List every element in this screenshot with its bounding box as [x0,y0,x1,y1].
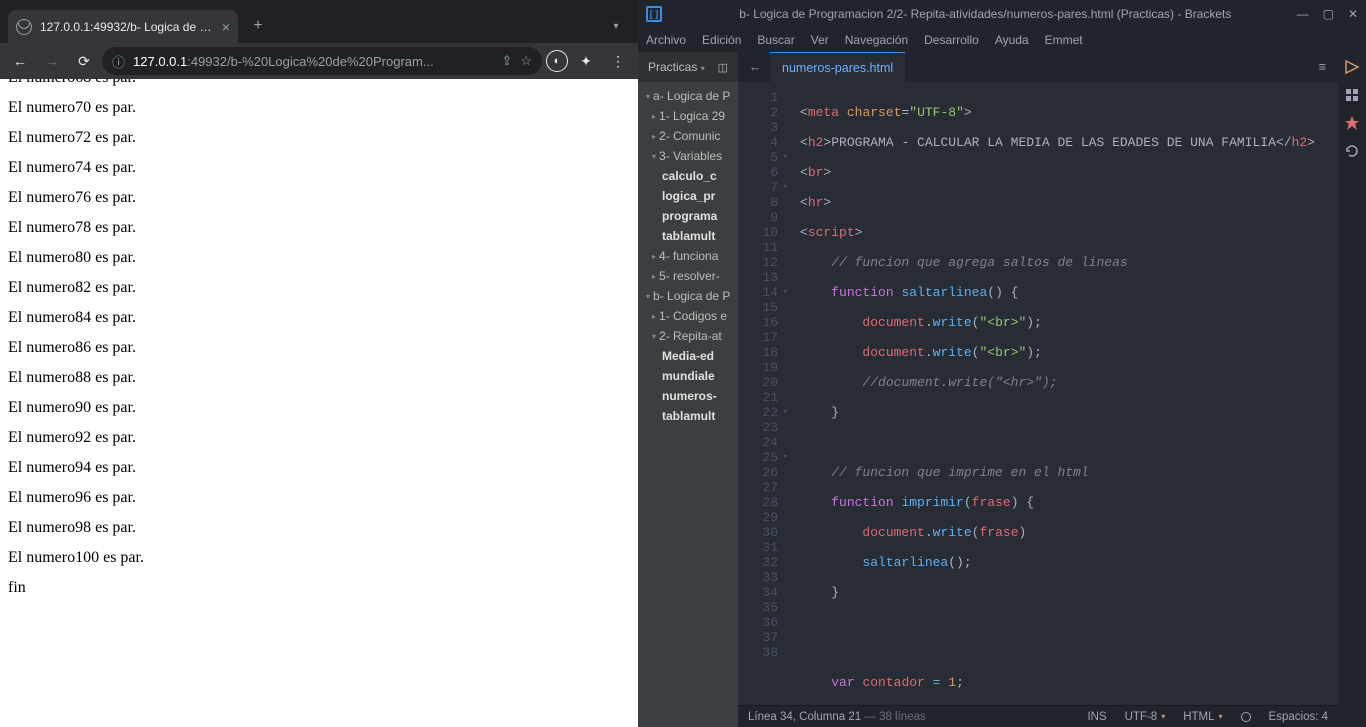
menu-archivo[interactable]: Archivo [646,33,686,47]
output-line: El numero90 es par. [8,399,630,417]
url-text: 127.0.0.1:49932/b-%20Logica%20de%20Progr… [133,54,493,69]
tree-folder[interactable]: ▾a- Logica de P [638,86,738,106]
output-line: El numero82 es par. [8,279,630,297]
menu-navegacion[interactable]: Navegación [845,33,908,47]
beautify-icon[interactable] [1343,114,1361,132]
output-line: El numero76 es par. [8,189,630,207]
output-line: El numero88 es par. [8,369,630,387]
tree-folder[interactable]: ▾2- Repita-at [638,326,738,346]
project-selector[interactable]: Practicas ▾ ◫ [638,52,738,82]
menubar: Archivo Edición Buscar Ver Navegación De… [638,28,1366,52]
tree-file[interactable]: numeros- [638,386,738,406]
output-line: El numero72 es par. [8,129,630,147]
output-line: El numero84 es par. [8,309,630,327]
tree-file[interactable]: Media-ed [638,346,738,366]
output-line: El numero70 es par. [8,99,630,117]
output-line: El numero74 es par. [8,159,630,177]
output-line: El numero92 es par. [8,429,630,447]
live-preview-icon[interactable] [1343,58,1361,76]
status-spaces[interactable]: Espacios: 4 [1269,711,1328,723]
output-line: El numero80 es par. [8,249,630,267]
output-line: El numero78 es par. [8,219,630,237]
extension-icon[interactable]: ◐ [546,50,568,72]
refresh-icon[interactable] [1343,142,1361,160]
brackets-window: [ ] b- Logica de Programacion 2/2- Repit… [638,0,1366,727]
star-icon[interactable]: ☆ [520,53,532,69]
status-ins[interactable]: INS [1087,711,1106,723]
tree-folder[interactable]: ▾3- Variables [638,146,738,166]
browser-tab-active[interactable]: 127.0.0.1:49932/b- Logica de Pro × [8,10,238,43]
new-tab-button[interactable]: + [244,12,272,40]
tree-folder[interactable]: ▸2- Comunic [638,126,738,146]
address-bar[interactable]: ⓘ 127.0.0.1:49932/b-%20Logica%20de%20Pro… [102,47,542,75]
menu-ver[interactable]: Ver [811,33,829,47]
menu-buscar[interactable]: Buscar [757,33,794,47]
close-tab-icon[interactable]: × [222,19,230,35]
code-editor[interactable]: 1234567891011121314151617181920212223242… [738,82,1338,705]
tabs-dropdown-icon[interactable]: ▾ [602,12,630,40]
page-content: El numero68 es par. El numero70 es par. … [0,79,638,727]
browser-toolbar: ← → ⟳ ⓘ 127.0.0.1:49932/b-%20Logica%20de… [0,43,638,79]
output-line: El numero94 es par. [8,459,630,477]
output-line: El numero96 es par. [8,489,630,507]
tree-folder[interactable]: ▸4- funciona [638,246,738,266]
tree-folder[interactable]: ▸5- resolver- [638,266,738,286]
browser-tabs: 127.0.0.1:49932/b- Logica de Pro × + ▾ [0,8,638,43]
browser-menu-icon[interactable]: ⋮ [604,47,632,75]
tree-file[interactable]: tablamult [638,226,738,246]
sidebar: Practicas ▾ ◫ ▾a- Logica de P ▸1- Logica… [638,52,738,727]
editor-menu-icon[interactable]: ≡ [1311,60,1334,74]
output-line: El numero68 es par. [8,79,630,87]
menu-emmet[interactable]: Emmet [1045,33,1083,47]
tree-file[interactable]: calculo_c [638,166,738,186]
status-language[interactable]: HTML▾ [1183,711,1222,723]
output-line: El numero100 es par. [8,549,630,567]
status-bar: Línea 34, Columna 21 — 38 líneas INS UTF… [738,705,1338,727]
back-button[interactable]: ← [6,47,34,75]
output-line: El numero98 es par. [8,519,630,537]
reload-button[interactable]: ⟳ [70,47,98,75]
right-toolbar [1338,52,1366,727]
extensions-icon[interactable] [1343,86,1361,104]
tree-file[interactable]: mundiale [638,366,738,386]
tree-folder[interactable]: ▸1- Codigos e [638,306,738,326]
output-line: El numero86 es par. [8,339,630,357]
code-content[interactable]: <meta charset="UTF-8"> <h2>PROGRAMA - CA… [784,82,1338,705]
status-encoding[interactable]: UTF-8▾ [1125,711,1166,723]
menu-edicion[interactable]: Edición [702,33,741,47]
minimize-button[interactable]: — [1297,7,1309,21]
status-position: Línea 34, Columna 21 — 38 líneas [748,711,1069,723]
globe-icon [16,19,32,35]
share-icon[interactable]: ⇪ [501,53,512,69]
menu-ayuda[interactable]: Ayuda [995,33,1029,47]
tree-folder[interactable]: ▸1- Logica 29 [638,106,738,126]
line-gutter: 1234567891011121314151617181920212223242… [738,82,784,705]
window-title: b- Logica de Programacion 2/2- Repita-at… [674,7,1297,21]
titlebar: [ ] b- Logica de Programacion 2/2- Repit… [638,0,1366,28]
status-lint-icon[interactable] [1241,712,1251,722]
tab-title: 127.0.0.1:49932/b- Logica de Pro [40,20,214,34]
editor-area: ← numeros-pares.html ≡ 12345678910111213… [738,52,1338,727]
tree-file[interactable]: programa [638,206,738,226]
editor-tab-active[interactable]: numeros-pares.html [770,52,905,82]
editor-tabs: ← numeros-pares.html ≡ [738,52,1338,82]
close-window-button[interactable]: ✕ [1348,7,1358,21]
maximize-button[interactable]: ▢ [1323,7,1334,21]
tree-file[interactable]: tablamult [638,406,738,426]
tree-folder[interactable]: ▾b- Logica de P [638,286,738,306]
browser-window: 127.0.0.1:49932/b- Logica de Pro × + ▾ ←… [0,0,638,727]
split-view-icon[interactable]: ◫ [718,61,728,74]
brackets-logo-icon: [ ] [646,6,662,22]
extensions-puzzle-icon[interactable]: ✦ [572,47,600,75]
nav-back-icon[interactable]: ← [742,60,768,74]
menu-desarrollo[interactable]: Desarrollo [924,33,979,47]
forward-button[interactable]: → [38,47,66,75]
tree-file[interactable]: logica_pr [638,186,738,206]
site-info-icon[interactable]: ⓘ [112,52,125,71]
output-line: fin [8,579,630,597]
file-tree: ▾a- Logica de P ▸1- Logica 29 ▸2- Comuni… [638,82,738,727]
